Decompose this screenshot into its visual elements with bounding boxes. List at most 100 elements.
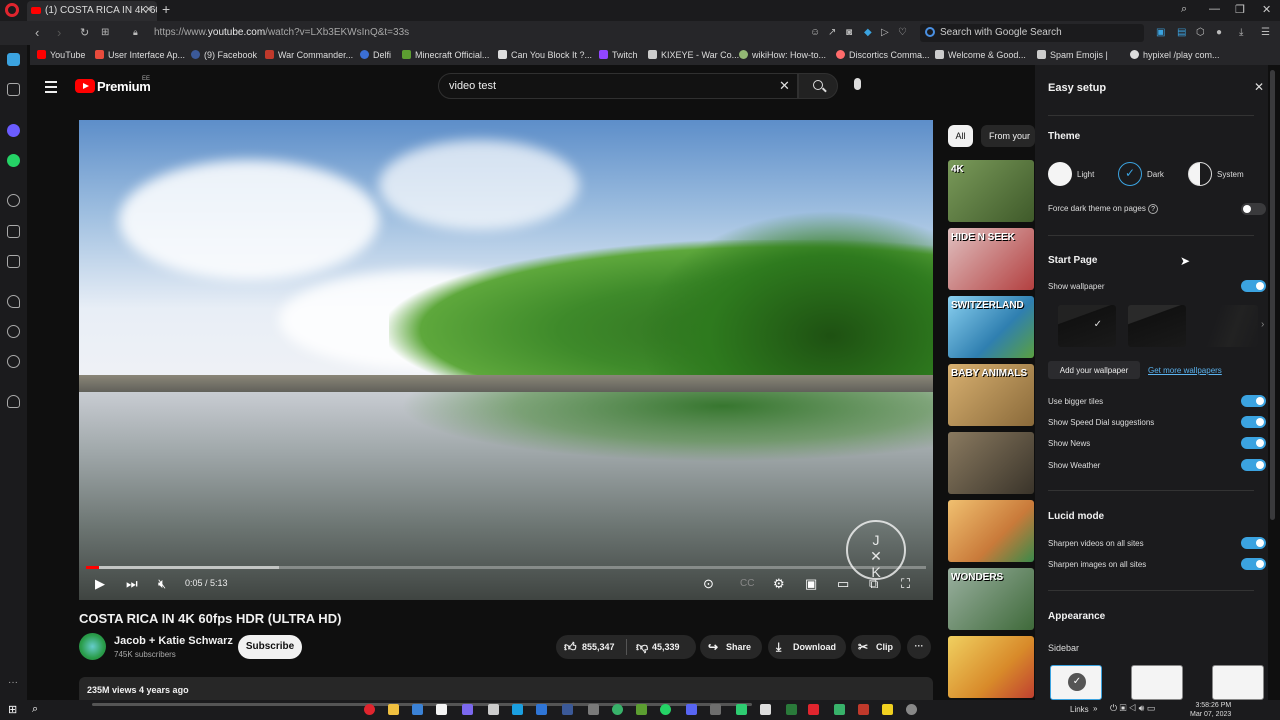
search-tabs-icon[interactable]: ⌕ — [1181, 3, 1187, 16]
related-video-thumbnail[interactable]: 4K — [948, 160, 1034, 222]
sharpen-images-toggle[interactable] — [1241, 558, 1266, 570]
show-wallpaper-toggle[interactable] — [1241, 280, 1266, 292]
links-toolbar[interactable]: Links — [1070, 705, 1089, 714]
related-video-thumbnail[interactable]: WONDERS — [948, 568, 1034, 630]
sharpen-videos-toggle[interactable] — [1241, 537, 1266, 549]
speed-dial-icon[interactable] — [7, 53, 20, 66]
app-taskbar-icon[interactable] — [588, 704, 599, 715]
bookmark-item[interactable]: Minecraft Official... — [402, 50, 489, 60]
player-icon[interactable] — [7, 194, 20, 207]
show-news-toggle[interactable] — [1241, 437, 1266, 449]
bookmark-item[interactable]: Spam Emojis | — [1037, 50, 1108, 60]
bookmark-item[interactable]: Discortics Comma... — [836, 50, 930, 60]
get-more-wallpapers-link[interactable]: Get more wallpapers — [1148, 366, 1222, 375]
messenger-icon[interactable] — [7, 124, 20, 137]
theater-mode-icon[interactable]: ▭ — [837, 576, 849, 592]
download-button[interactable]: ⤓ Download — [768, 635, 846, 659]
cast-icon[interactable]: ⧉ — [869, 576, 878, 592]
bookmark-item[interactable]: hypixel /play com... — [1130, 50, 1220, 60]
channel-watermark-logo[interactable]: J ✕ K — [846, 520, 906, 580]
app-taskbar-icon[interactable] — [786, 704, 797, 715]
next-icon[interactable]: ⏭︎ — [126, 576, 138, 592]
extensions-cube-icon[interactable]: ⬡ — [1196, 27, 1205, 38]
chevron-icon[interactable]: » — [1093, 704, 1097, 713]
settings-icon[interactable] — [7, 355, 20, 368]
channel-name[interactable]: Jacob + Katie Schwarz — [114, 635, 233, 647]
profile-icon[interactable]: ● — [1216, 27, 1222, 38]
app-taskbar-icon[interactable] — [488, 704, 499, 715]
bookmark-item[interactable]: Welcome & Good... — [935, 50, 1026, 60]
microphone-icon[interactable] — [854, 78, 861, 90]
file-explorer-icon[interactable] — [388, 704, 399, 715]
app-taskbar-icon[interactable] — [536, 704, 547, 715]
app-taskbar-icon[interactable] — [808, 704, 819, 715]
reload-button[interactable]: ↻ — [80, 26, 89, 39]
chevron-right-icon[interactable]: › — [1261, 319, 1264, 330]
share-page-icon[interactable]: ↗ — [828, 27, 836, 38]
force-dark-toggle[interactable] — [1241, 203, 1266, 215]
related-video-thumbnail[interactable] — [948, 500, 1034, 562]
app-taskbar-icon[interactable] — [636, 704, 647, 715]
chip-all[interactable]: All — [948, 125, 973, 147]
steam-icon[interactable] — [512, 704, 523, 715]
chip-from-your[interactable]: From your — [981, 125, 1035, 147]
url-field[interactable]: https://www.youtube.com/watch?v=LXb3EKWs… — [154, 27, 409, 38]
related-video-thumbnail[interactable]: HIDE N SEEK — [948, 228, 1034, 290]
clear-search-icon[interactable]: ✕ — [779, 78, 790, 94]
dislike-count[interactable]: 45,339 — [652, 642, 680, 652]
back-button[interactable]: ‹ — [35, 25, 39, 40]
related-video-thumbnail[interactable]: BABY ANIMALS — [948, 364, 1034, 426]
bookmark-item[interactable]: KIXEYE - War Co... — [648, 50, 739, 60]
wallpaper-option[interactable] — [1128, 305, 1186, 347]
description-box[interactable] — [79, 677, 933, 700]
discord-icon[interactable] — [686, 704, 697, 715]
video-player[interactable]: J ✕ K ▶ ⏭︎ 🔇︎ 0:05 / 5:13 ⊙ CC ⚙︎ ▣ ▭ ⧉ ⛶ — [79, 120, 933, 600]
bookmark-item[interactable]: War Commander... — [265, 50, 353, 60]
wallpaper-option-selected[interactable]: ✓ — [1058, 305, 1116, 347]
close-window-button[interactable]: ✕ — [1262, 3, 1271, 16]
easy-setup-icon[interactable]: ☰ — [1261, 27, 1270, 38]
snapshot-icon[interactable]: ◙ — [846, 27, 852, 38]
app-taskbar-icon[interactable] — [882, 704, 893, 715]
youtube-logo-icon[interactable] — [75, 79, 95, 93]
more-actions-button[interactable]: ··· — [907, 635, 931, 659]
bookmark-item[interactable]: User Interface Ap... — [95, 50, 185, 60]
app-taskbar-icon[interactable] — [562, 704, 573, 715]
search-button[interactable] — [798, 73, 838, 99]
close-icon[interactable]: ✕ — [1254, 80, 1264, 94]
app-taskbar-icon[interactable] — [858, 704, 869, 715]
heart-icon[interactable] — [7, 295, 20, 308]
send-icon[interactable] — [7, 225, 20, 238]
minimize-button[interactable]: — — [1209, 3, 1220, 15]
app-taskbar-icon[interactable] — [660, 704, 671, 715]
related-video-thumbnail[interactable] — [948, 636, 1034, 698]
more-icon[interactable]: ··· — [8, 677, 18, 688]
bookmark-item[interactable]: (9) Facebook — [191, 50, 257, 60]
mute-icon[interactable]: 🔇︎ — [158, 576, 166, 592]
bookmark-item[interactable]: Delfi — [360, 50, 391, 60]
app-taskbar-icon[interactable] — [736, 704, 747, 715]
tab-close-icon[interactable]: ✕ — [144, 3, 153, 16]
browser-tab[interactable]: (1) COSTA RICA IN 4K 60 — [27, 1, 157, 21]
app-taskbar-icon[interactable] — [906, 704, 917, 715]
maximize-button[interactable]: ❐ — [1235, 3, 1245, 16]
bookmark-heart-icon[interactable]: ♡ — [898, 27, 907, 38]
opera-taskbar-icon[interactable] — [364, 704, 375, 715]
add-wallpaper-button[interactable]: Add your wallpaper — [1048, 361, 1140, 379]
subscribe-button[interactable]: Subscribe — [238, 635, 302, 659]
autoplay-toggle[interactable]: ⊙ — [703, 576, 714, 592]
thumbs-down-icon[interactable]: 👎︎ — [636, 640, 648, 655]
bookmark-item[interactable]: Twitch — [599, 50, 638, 60]
history-icon[interactable] — [7, 325, 20, 338]
vpn-icon[interactable]: ▤ — [1177, 27, 1186, 38]
app-taskbar-icon[interactable] — [412, 704, 423, 715]
wallpaper-option[interactable] — [1198, 305, 1258, 347]
captions-icon[interactable]: CC — [740, 578, 754, 589]
speed-dial-icon[interactable]: ☺ — [810, 27, 820, 38]
app-taskbar-icon[interactable] — [612, 704, 623, 715]
opera-logo-icon[interactable] — [5, 3, 19, 17]
vpn-shield-icon[interactable]: ◆ — [864, 27, 872, 38]
whatsapp-icon[interactable] — [7, 154, 20, 167]
forward-button[interactable]: › — [57, 25, 61, 40]
tab-grid-icon[interactable]: ⊞ — [101, 27, 109, 38]
